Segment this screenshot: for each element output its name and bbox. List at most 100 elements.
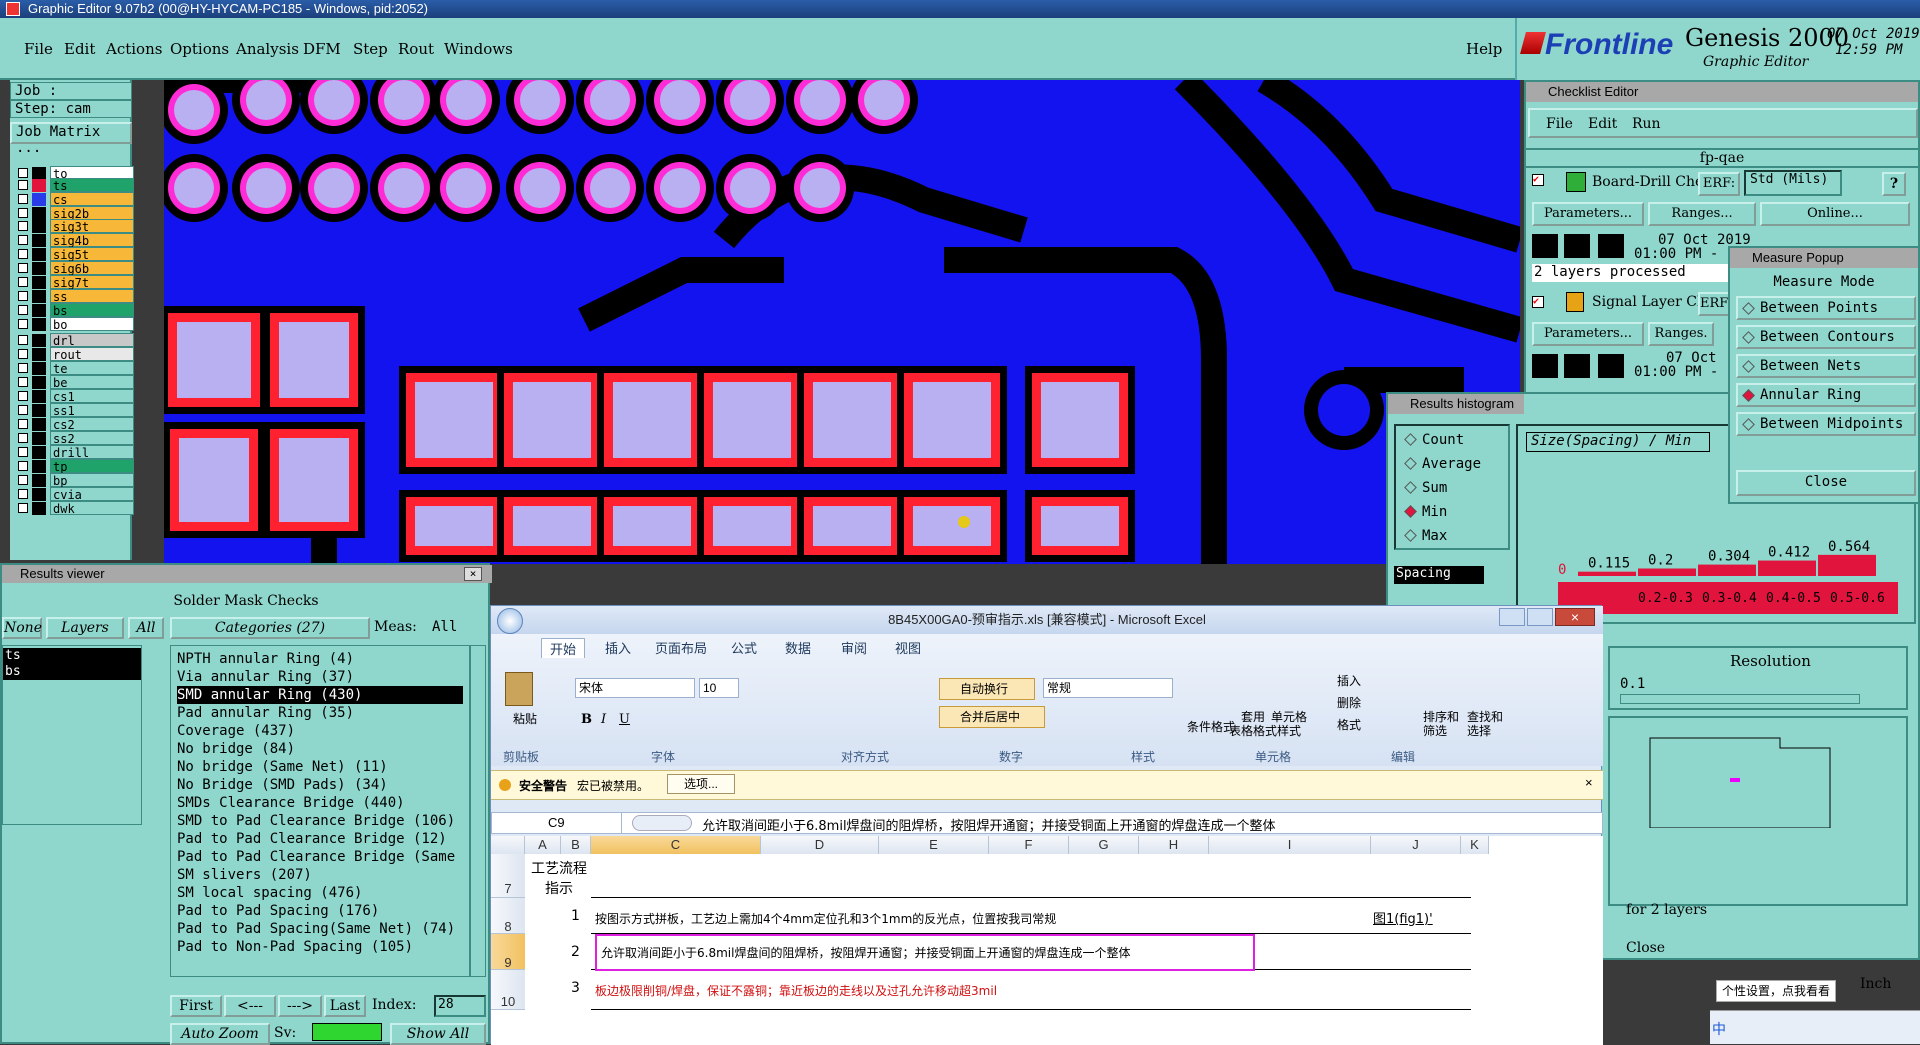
histogram-list-item[interactable]: Spacing — [1394, 566, 1484, 584]
sort-filter-button[interactable]: 排序和 筛选 — [1423, 710, 1459, 738]
font-name-select[interactable]: 宋体 — [575, 678, 695, 698]
layer-checkbox[interactable] — [18, 235, 28, 245]
select-all-corner[interactable] — [491, 836, 525, 854]
security-close-icon[interactable]: × — [1585, 775, 1593, 790]
layer-color-swatch[interactable] — [32, 404, 46, 417]
formula-input[interactable]: 允许取消间距小于6.8mil焊盘间的阻焊桥，按阻焊开通窗；并接受铜面上开通窗的焊… — [702, 815, 1276, 834]
run-icon-6[interactable] — [1598, 354, 1624, 378]
measure-option-2[interactable]: Between Nets — [1736, 354, 1916, 378]
category-item[interactable]: No bridge (Same Net) (11) — [177, 758, 388, 776]
category-item[interactable]: No Bridge (SMD Pads) (34) — [177, 776, 388, 794]
layer-row-ss1[interactable]: ss1 — [14, 403, 134, 418]
clipboard-icon[interactable] — [505, 672, 533, 706]
merge-center-button[interactable]: 合并后居中 — [939, 706, 1045, 728]
layer-color-swatch[interactable] — [32, 432, 46, 445]
item1-online-button[interactable]: Online... — [1760, 202, 1910, 226]
ribbon-tab-1[interactable]: 插入 — [605, 638, 631, 657]
menu-rout[interactable]: Rout — [398, 40, 434, 58]
layer-row-dwk[interactable]: dwk — [14, 501, 134, 516]
sv-indicator[interactable] — [312, 1023, 382, 1041]
layer-name[interactable]: bo — [50, 317, 134, 332]
delete-cells-button[interactable]: 删除 — [1337, 694, 1361, 711]
column-header-E[interactable]: E — [879, 836, 989, 854]
layer-checkbox[interactable] — [18, 249, 28, 259]
instruction-cell[interactable]: 按图示方式拼板，工艺边上需加4个4mm定位孔和3个1mm的反光点，位置按我司常规 — [595, 910, 1056, 927]
italic-icon[interactable]: I — [601, 712, 606, 727]
ime-indicator[interactable]: 中 — [1712, 1019, 1726, 1039]
item2-parameters-button[interactable]: Parameters... — [1532, 322, 1644, 346]
layer-row-cvia[interactable]: cvia — [14, 487, 134, 502]
run-icon-5[interactable] — [1564, 354, 1590, 378]
column-header-K[interactable]: K — [1461, 836, 1489, 854]
menu-options[interactable]: Options — [170, 40, 229, 58]
layer-row-sig7t[interactable]: sig7t — [14, 275, 134, 290]
layer-name[interactable]: te — [50, 361, 134, 376]
measure-option-0[interactable]: Between Points — [1736, 296, 1916, 320]
histogram-option-count[interactable]: Count — [1404, 430, 1464, 450]
checklist-menu-edit[interactable]: Edit — [1588, 116, 1617, 132]
ribbon-tab-3[interactable]: 公式 — [731, 638, 757, 657]
excel-close-icon[interactable]: × — [1555, 608, 1595, 626]
category-item[interactable]: SM local spacing (476) — [177, 884, 362, 902]
result-layer-ts[interactable]: ts — [3, 648, 141, 664]
layer-row-drl[interactable]: drl — [14, 333, 134, 348]
category-item[interactable]: SMD annular Ring (430) — [177, 686, 463, 704]
column-header-B[interactable]: B — [561, 836, 591, 854]
layer-name[interactable]: bp — [50, 473, 134, 488]
meas-select[interactable]: All — [432, 619, 457, 635]
column-header-C[interactable]: C — [591, 836, 761, 854]
layer-color-swatch[interactable] — [32, 220, 46, 233]
layer-color-swatch[interactable] — [32, 304, 46, 317]
format-cells-button[interactable]: 格式 — [1337, 716, 1361, 733]
layer-checkbox[interactable] — [18, 363, 28, 373]
find-select-button[interactable]: 查找和 选择 — [1467, 710, 1503, 738]
instruction-cell[interactable]: 允许取消间距小于6.8mil焊盘间的阻焊桥，按阻焊开通窗；并接受铜面上开通窗的焊… — [595, 934, 1255, 971]
item-number-cell[interactable]: 3 — [571, 980, 580, 996]
layer-checkbox[interactable] — [18, 277, 28, 287]
layer-color-swatch[interactable] — [32, 474, 46, 487]
row-header[interactable]: 9 — [491, 934, 525, 970]
item2-ranges-button[interactable]: Ranges. — [1648, 322, 1714, 346]
layer-color-swatch[interactable] — [32, 348, 46, 361]
layer-checkbox[interactable] — [18, 319, 28, 329]
column-header-F[interactable]: F — [989, 836, 1069, 854]
layer-name[interactable]: drill — [50, 445, 134, 460]
layer-name[interactable]: sig2b — [50, 206, 134, 221]
layer-name[interactable]: drl — [50, 333, 134, 348]
category-item[interactable]: NPTH annular Ring (4) — [177, 650, 354, 668]
layer-checkbox[interactable] — [18, 221, 28, 231]
histogram-option-average[interactable]: Average — [1404, 454, 1481, 474]
checklist-menu-run[interactable]: Run — [1632, 116, 1661, 132]
layer-name[interactable]: bs — [50, 303, 134, 318]
font-size-select[interactable]: 10 — [699, 678, 739, 698]
category-item[interactable]: SM slivers (207) — [177, 866, 312, 884]
layer-row-sig5t[interactable]: sig5t — [14, 247, 134, 262]
row-header[interactable]: 10 — [491, 970, 525, 1010]
layer-row-ts[interactable]: ts — [14, 178, 134, 193]
layer-color-swatch[interactable] — [32, 418, 46, 431]
item1-ranges-button[interactable]: Ranges... — [1648, 202, 1756, 226]
category-item[interactable]: Pad to Non-Pad Spacing (105) — [177, 938, 413, 956]
item-number-cell[interactable]: 1 — [571, 908, 580, 924]
layer-row-te[interactable]: te — [14, 361, 134, 376]
category-scrollbar[interactable] — [470, 645, 486, 977]
column-header-I[interactable]: I — [1209, 836, 1371, 854]
item2-checkbox[interactable]: ✔ — [1532, 296, 1544, 308]
menu-file[interactable]: File — [24, 40, 53, 58]
layer-checkbox[interactable] — [18, 461, 28, 471]
layer-row-sig3t[interactable]: sig3t — [14, 219, 134, 234]
layer-row-cs2[interactable]: cs2 — [14, 417, 134, 432]
category-item[interactable]: Pad to Pad Clearance Bridge (12) — [177, 830, 447, 848]
layer-row-bp[interactable]: bp — [14, 473, 134, 488]
layer-row-ss2[interactable]: ss2 — [14, 431, 134, 446]
measure-close-button[interactable]: Close — [1736, 470, 1916, 496]
layers-button[interactable]: Layers — [46, 617, 124, 639]
auto-zoom-button[interactable]: Auto Zoom — [170, 1023, 270, 1045]
layer-name[interactable]: tp — [50, 459, 134, 474]
layer-row-cs[interactable]: cs — [14, 192, 134, 207]
menu-step[interactable]: Step — [353, 40, 388, 58]
process-heading-cell[interactable]: 工艺流程 指示 — [527, 858, 591, 898]
ribbon-tab-6[interactable]: 视图 — [895, 638, 921, 657]
next-button[interactable]: ---> — [278, 995, 322, 1017]
layer-color-swatch[interactable] — [32, 193, 46, 206]
